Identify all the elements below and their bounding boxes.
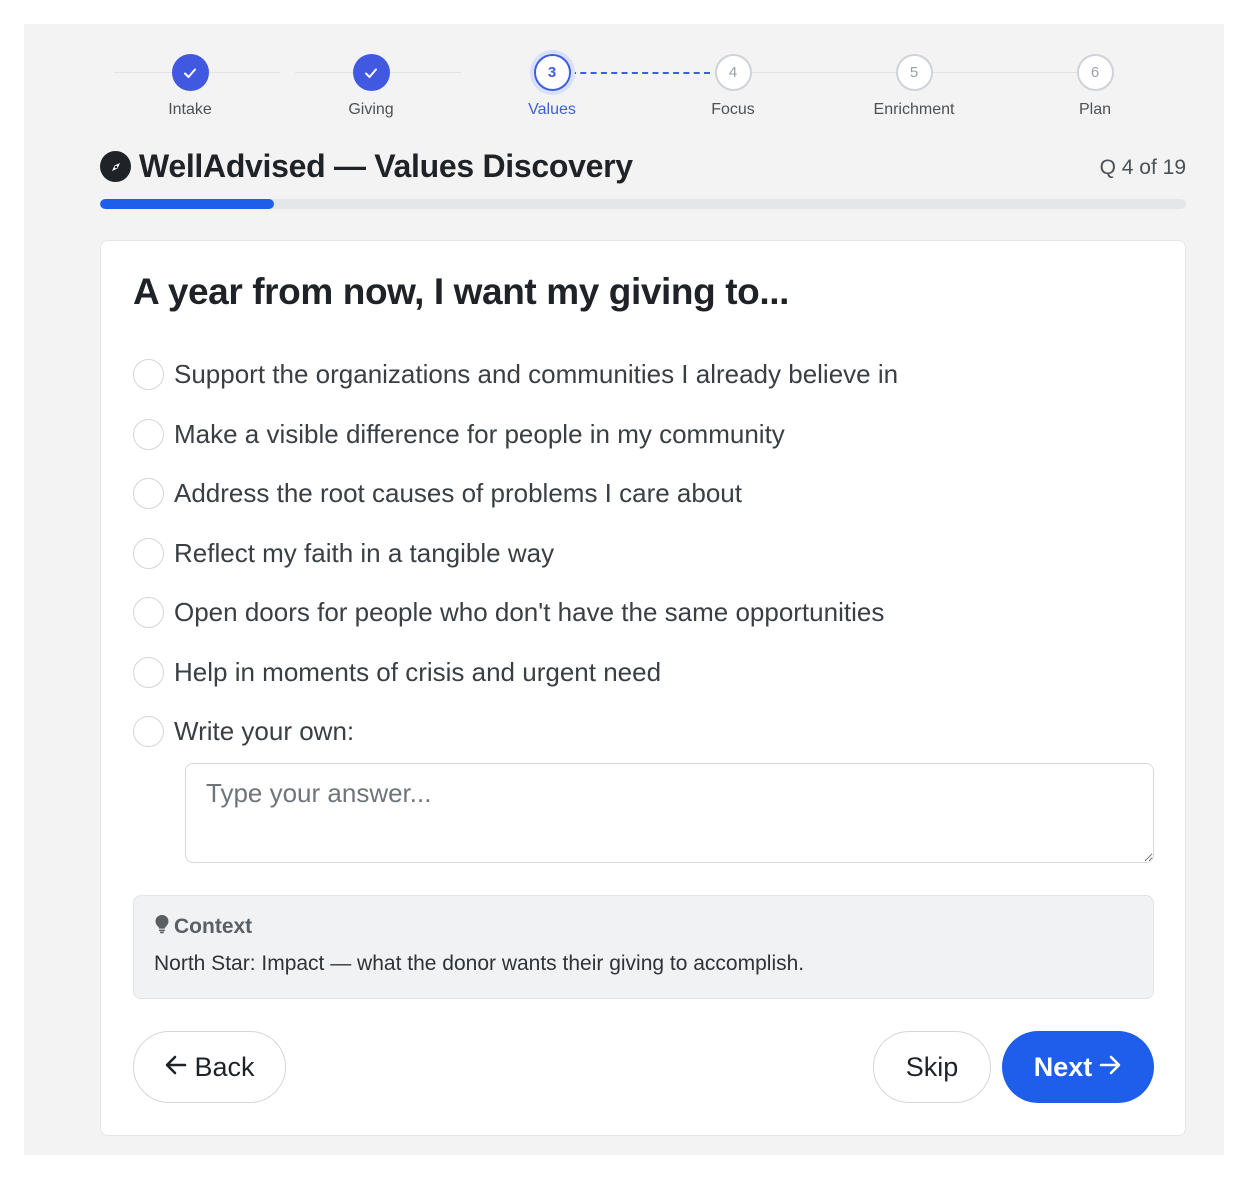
step-number: 6 (1076, 54, 1114, 91)
radio-button[interactable] (133, 478, 164, 510)
arrow-right-icon (1098, 1052, 1122, 1083)
compass-icon (100, 151, 131, 182)
radio-button[interactable] (133, 359, 164, 391)
option-label: Help in moments of crisis and urgent nee… (174, 656, 662, 687)
option-item[interactable]: Open doors for people who don't have the… (133, 583, 1133, 643)
progress-bar (100, 199, 1186, 209)
step-label: Values (528, 101, 576, 118)
step-label: Intake (168, 101, 212, 118)
page-title: WellAdvised — Values Discovery (139, 148, 633, 184)
arrow-left-icon (164, 1052, 188, 1083)
question-title: A year from now, I want my giving to... (133, 271, 789, 312)
step-number: 3 (533, 54, 571, 91)
lightbulb-icon (154, 914, 170, 940)
option-write-own[interactable]: Write your own: (133, 702, 1133, 762)
context-heading: Context (154, 914, 1133, 940)
radio-button[interactable] (133, 597, 164, 629)
step-label: Plan (1078, 101, 1112, 118)
step-enrichment[interactable]: 5 Enrichment (854, 54, 974, 119)
check-icon (352, 54, 390, 91)
option-label: Write your own: (174, 716, 355, 747)
next-button[interactable]: Next (1002, 1031, 1154, 1103)
next-label: Next (1033, 1051, 1093, 1082)
step-label: Focus (711, 101, 755, 118)
step-giving[interactable]: Giving (311, 54, 431, 119)
question-counter: Q 4 of 19 (1099, 156, 1186, 179)
option-label: Address the root causes of problems I ca… (174, 478, 742, 509)
back-button[interactable]: Back (133, 1031, 286, 1103)
context-panel: Context North Star: Impact — what the do… (133, 895, 1154, 999)
option-item[interactable]: Reflect my faith in a tangible way (133, 524, 1133, 584)
option-item[interactable]: Address the root causes of problems I ca… (133, 464, 1133, 524)
step-number: 4 (714, 54, 752, 91)
radio-button[interactable] (133, 418, 164, 450)
step-values[interactable]: 3 Values (492, 54, 612, 119)
option-label: Support the organizations and communitie… (174, 359, 899, 390)
step-focus[interactable]: 4 Focus (673, 54, 793, 119)
option-item[interactable]: Support the organizations and communitie… (133, 345, 1133, 405)
progress-stepper: Intake Giving 3 Values 4 Focus 5 Enrichm… (100, 54, 1186, 124)
option-item[interactable]: Make a visible difference for people in … (133, 405, 1133, 465)
step-plan[interactable]: 6 Plan (1035, 54, 1155, 119)
step-label: Enrichment (873, 101, 955, 118)
option-label: Open doors for people who don't have the… (174, 597, 885, 628)
step-number: 5 (895, 54, 933, 91)
progress-bar-fill (100, 199, 274, 209)
option-item[interactable]: Help in moments of crisis and urgent nee… (133, 643, 1133, 703)
option-label: Reflect my faith in a tangible way (174, 537, 555, 568)
step-intake[interactable]: Intake (130, 54, 250, 119)
option-label: Make a visible difference for people in … (174, 418, 785, 449)
back-label: Back (194, 1051, 255, 1082)
brand: WellAdvised — Values Discovery (100, 148, 1186, 185)
options-list: Support the organizations and communitie… (133, 345, 1133, 762)
app-frame: Intake Giving 3 Values 4 Focus 5 Enrichm… (24, 24, 1224, 1155)
context-title: Context (174, 915, 253, 938)
radio-button[interactable] (133, 537, 164, 569)
page-header: WellAdvised — Values Discovery Q 4 of 19 (100, 148, 1186, 188)
skip-label: Skip (905, 1051, 959, 1082)
answer-textarea[interactable] (185, 763, 1154, 863)
skip-button[interactable]: Skip (873, 1031, 991, 1103)
step-label: Giving (348, 101, 394, 118)
radio-button[interactable] (133, 716, 164, 748)
context-text: North Star: Impact — what the donor want… (154, 952, 805, 975)
question-card: A year from now, I want my giving to... … (100, 240, 1186, 1136)
radio-button[interactable] (133, 656, 164, 688)
check-icon (171, 54, 209, 91)
